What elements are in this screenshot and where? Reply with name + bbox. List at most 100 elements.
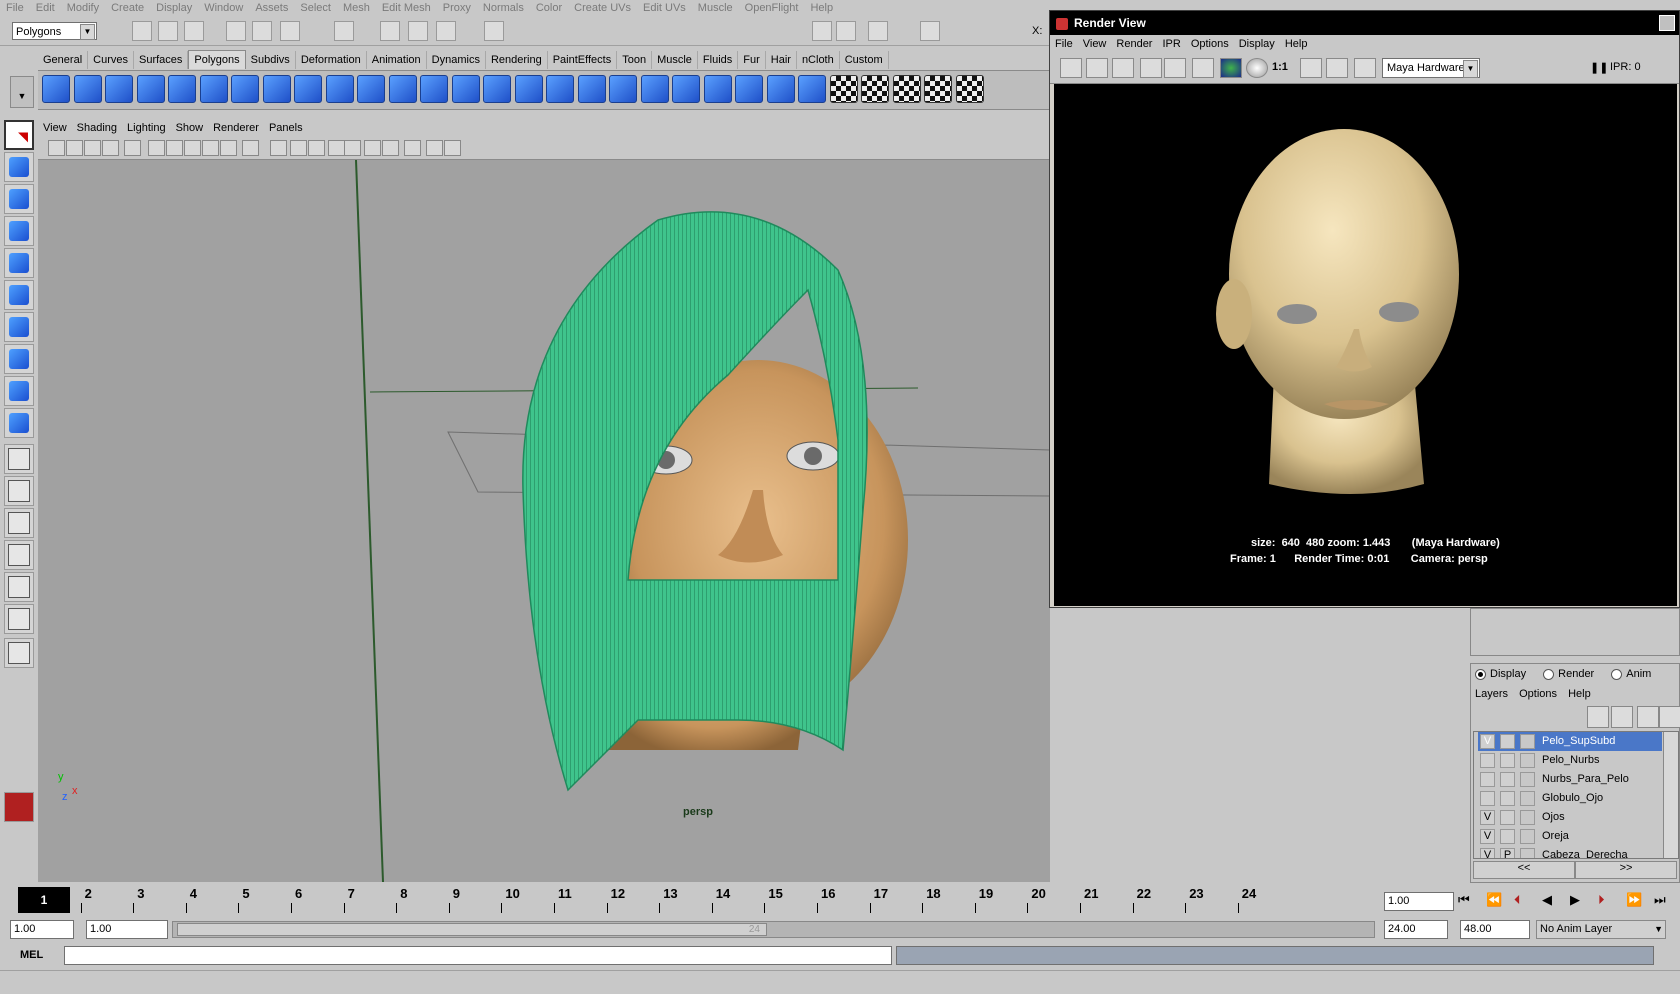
poly-helix-icon[interactable]	[294, 75, 322, 103]
extrude-icon[interactable]	[514, 75, 543, 103]
uv-editor-icon[interactable]	[955, 75, 984, 103]
menu-select[interactable]: Select	[294, 0, 337, 16]
menu-edit-uvs[interactable]: Edit UVs	[637, 0, 692, 16]
layer-scroll-left-button[interactable]: <<	[1473, 861, 1575, 879]
layer-color-swatch[interactable]	[1520, 848, 1535, 858]
wireframe-icon[interactable]	[242, 140, 259, 156]
layer-playback-toggle[interactable]	[1500, 810, 1515, 825]
snap-point-icon[interactable]	[408, 21, 428, 41]
command-input[interactable]	[64, 946, 892, 965]
render-menu-view[interactable]: View	[1078, 35, 1112, 53]
lasso-tool-icon[interactable]	[4, 152, 34, 182]
step-back-icon[interactable]: ⏪	[1486, 892, 1502, 908]
layer-row[interactable]: V P Cabeza_Derecha	[1478, 846, 1662, 858]
time-slider[interactable]: 1234567891011121314151617181920212223241	[10, 885, 1380, 917]
layer-color-swatch[interactable]	[1520, 829, 1535, 844]
menu-muscle[interactable]: Muscle	[692, 0, 739, 16]
layer-down-icon[interactable]	[1659, 706, 1680, 728]
layer-color-swatch[interactable]	[1520, 734, 1535, 749]
shelf-tab-polygons[interactable]: Polygons	[188, 50, 246, 69]
insert-edge-loop-icon[interactable]	[640, 75, 669, 103]
poly-pipe-icon[interactable]	[262, 75, 291, 103]
snap-curve-icon[interactable]	[380, 21, 400, 41]
layer-color-swatch[interactable]	[1520, 753, 1535, 768]
shelf-tab-muscle[interactable]: Muscle	[652, 51, 698, 69]
film-gate-icon[interactable]	[148, 140, 165, 156]
poly-cube-icon[interactable]	[73, 75, 102, 103]
real-size-button[interactable]: 1:1	[1272, 61, 1288, 73]
shelf-tab-deformation[interactable]: Deformation	[295, 51, 367, 69]
layer-up-icon[interactable]	[1637, 706, 1659, 728]
menu-color[interactable]: Color	[530, 0, 568, 16]
layer-visibility-toggle[interactable]	[1480, 791, 1495, 806]
current-frame-marker[interactable]: 1	[18, 887, 70, 913]
shelf-tab-dynamics[interactable]: Dynamics	[426, 51, 486, 69]
menu-modify[interactable]: Modify	[61, 0, 105, 16]
render-menu-ipr[interactable]: IPR	[1157, 35, 1185, 53]
shelf-tab-fur[interactable]: Fur	[738, 51, 766, 69]
menu-openflight[interactable]: OpenFlight	[739, 0, 805, 16]
tab-anim[interactable]: Anim	[1611, 668, 1651, 680]
extract-icon[interactable]	[388, 75, 417, 103]
layer-color-swatch[interactable]	[1520, 791, 1535, 806]
menu-set-selector[interactable]: Polygons ▼	[12, 22, 97, 40]
poly-sphere-icon[interactable]	[42, 75, 70, 103]
four-view-layout-icon[interactable]	[4, 476, 34, 506]
poly-torus-icon[interactable]	[199, 75, 228, 103]
animation-end-field[interactable]: 48.00	[1460, 920, 1530, 939]
safe-action-icon[interactable]	[220, 140, 237, 156]
snapshot-icon[interactable]	[1112, 58, 1134, 78]
step-forward-key-icon[interactable]: ⏵	[1598, 892, 1605, 908]
poly-plane-icon[interactable]	[168, 75, 196, 103]
shelf-tab-rendering[interactable]: Rendering	[485, 51, 548, 69]
menu-create[interactable]: Create	[105, 0, 150, 16]
graph-editor-layout-icon[interactable]	[4, 540, 34, 570]
layer-playback-toggle[interactable]	[1500, 829, 1515, 844]
select-component-icon[interactable]	[280, 21, 300, 41]
history-icon[interactable]	[484, 21, 504, 41]
go-to-end-icon[interactable]: ⏭	[1654, 892, 1666, 908]
layer-color-swatch[interactable]	[1520, 772, 1535, 787]
render-menu-options[interactable]: Options	[1186, 35, 1234, 53]
ipr-icon[interactable]	[836, 21, 856, 41]
new-layer-icon[interactable]	[1587, 706, 1609, 728]
save-scene-icon[interactable]	[184, 21, 204, 41]
remove-image-icon[interactable]	[1326, 58, 1348, 78]
single-perspective-layout-icon[interactable]	[4, 444, 34, 474]
poly-cylinder-icon[interactable]	[105, 75, 133, 103]
scale-tool-icon[interactable]	[4, 280, 34, 310]
layer-row[interactable]: V Ojos	[1478, 808, 1662, 827]
xray-icon[interactable]	[364, 140, 381, 156]
menu-mesh[interactable]: Mesh	[337, 0, 376, 16]
panel-menu-renderer[interactable]: Renderer	[208, 120, 264, 137]
render-camera-icon[interactable]	[1354, 58, 1376, 78]
select-hierarchy-icon[interactable]	[226, 21, 246, 41]
menu-display[interactable]: Display	[150, 0, 198, 16]
new-layer-selected-icon[interactable]	[1611, 706, 1633, 728]
show-manipulator-icon[interactable]	[4, 376, 34, 406]
play-backwards-icon[interactable]: ◀	[1542, 892, 1552, 908]
layer-visibility-toggle[interactable]	[1480, 772, 1495, 787]
render-menu-render[interactable]: Render	[1111, 35, 1157, 53]
last-tool-icon[interactable]	[4, 408, 34, 438]
pause-icon[interactable]: ❚❚	[1590, 61, 1608, 74]
layout-menu-icon[interactable]	[4, 638, 34, 668]
redo-render-icon[interactable]	[1060, 58, 1082, 78]
layer-row[interactable]: Globulo_Ojo	[1478, 789, 1662, 808]
layer-visibility-toggle[interactable]: V	[1480, 810, 1495, 825]
poly-prism-icon[interactable]	[231, 75, 259, 103]
render-settings-icon[interactable]	[1192, 58, 1214, 78]
camera-attributes-icon[interactable]	[66, 140, 83, 156]
render-view-titlebar[interactable]: Render View	[1050, 11, 1679, 35]
shelf-tab-toon[interactable]: Toon	[617, 51, 653, 69]
paint-select-icon[interactable]	[4, 184, 34, 214]
shelf-tab-custom[interactable]: Custom	[839, 51, 889, 69]
layer-visibility-toggle[interactable]: V	[1480, 734, 1495, 749]
soft-modification-icon[interactable]	[4, 344, 34, 374]
layer-row[interactable]: V Oreja	[1478, 827, 1662, 846]
mirror-icon[interactable]	[483, 75, 511, 103]
universal-manipulator-icon[interactable]	[4, 312, 34, 342]
render-region-icon[interactable]	[1086, 58, 1108, 78]
select-tool-icon[interactable]	[4, 120, 34, 150]
go-to-start-icon[interactable]: ⏮	[1458, 892, 1470, 908]
